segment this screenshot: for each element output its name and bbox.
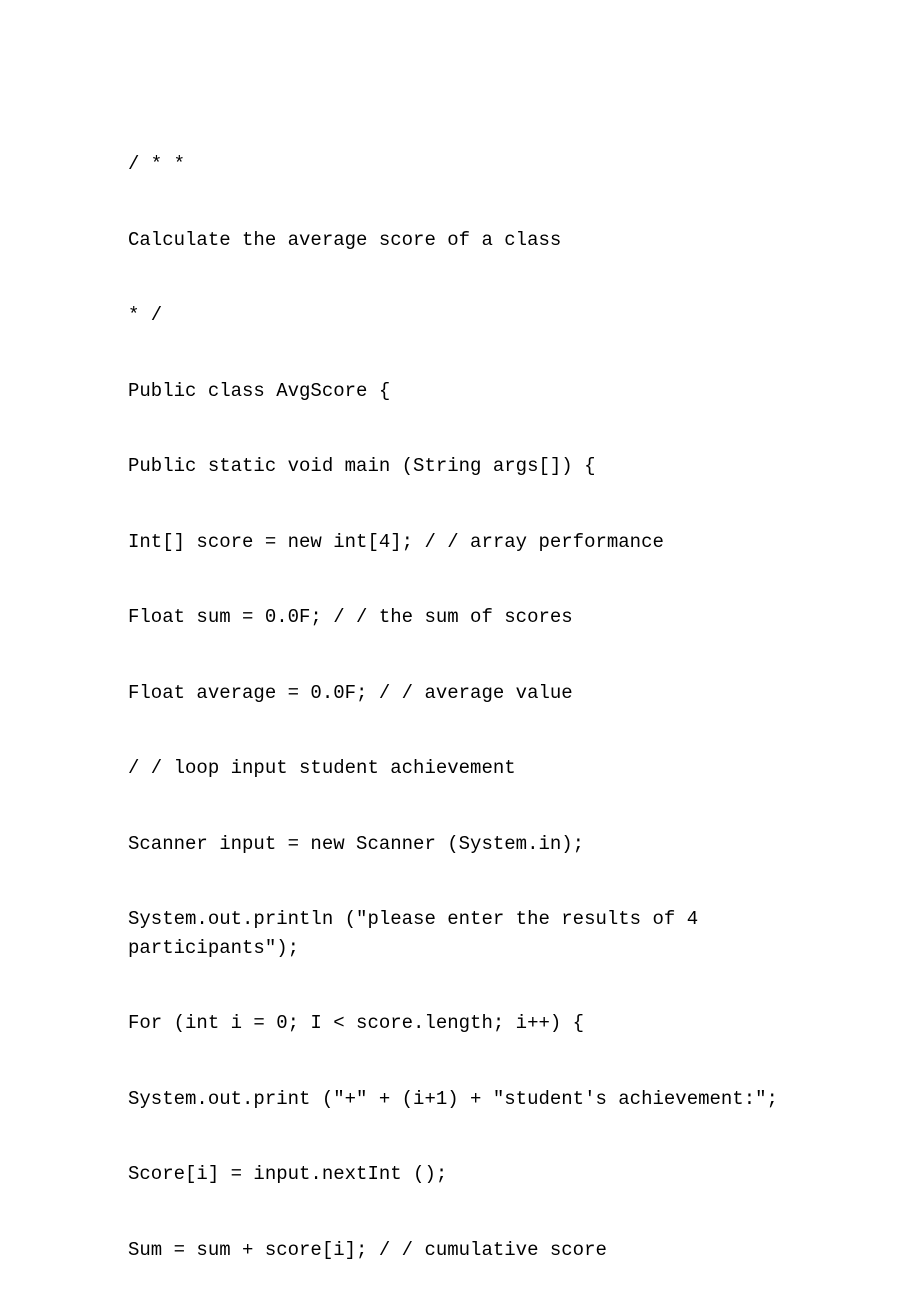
code-block: System.out.println ("please enter the re… — [128, 905, 792, 962]
code-line: Float sum = 0.0F; / / the sum of scores — [128, 603, 792, 632]
code-line: / * * — [128, 150, 792, 179]
code-line: System.out.print ("+" + (i+1) + "student… — [128, 1085, 792, 1114]
code-line: * / — [128, 301, 792, 330]
code-line: Int[] score = new int[4]; / / array perf… — [128, 528, 792, 557]
code-line: participants"); — [128, 934, 792, 963]
code-line: Scanner input = new Scanner (System.in); — [128, 830, 792, 859]
code-line: Calculate the average score of a class — [128, 226, 792, 255]
code-line: For (int i = 0; I < score.length; i++) { — [128, 1009, 792, 1038]
code-line: Public class AvgScore { — [128, 377, 792, 406]
code-line: Float average = 0.0F; / / average value — [128, 679, 792, 708]
code-line: Score[i] = input.nextInt (); — [128, 1160, 792, 1189]
code-line: / / loop input student achievement — [128, 754, 792, 783]
code-line: Public static void main (String args[]) … — [128, 452, 792, 481]
code-line: System.out.println ("please enter the re… — [128, 905, 792, 934]
code-line: Sum = sum + score[i]; / / cumulative sco… — [128, 1236, 792, 1265]
